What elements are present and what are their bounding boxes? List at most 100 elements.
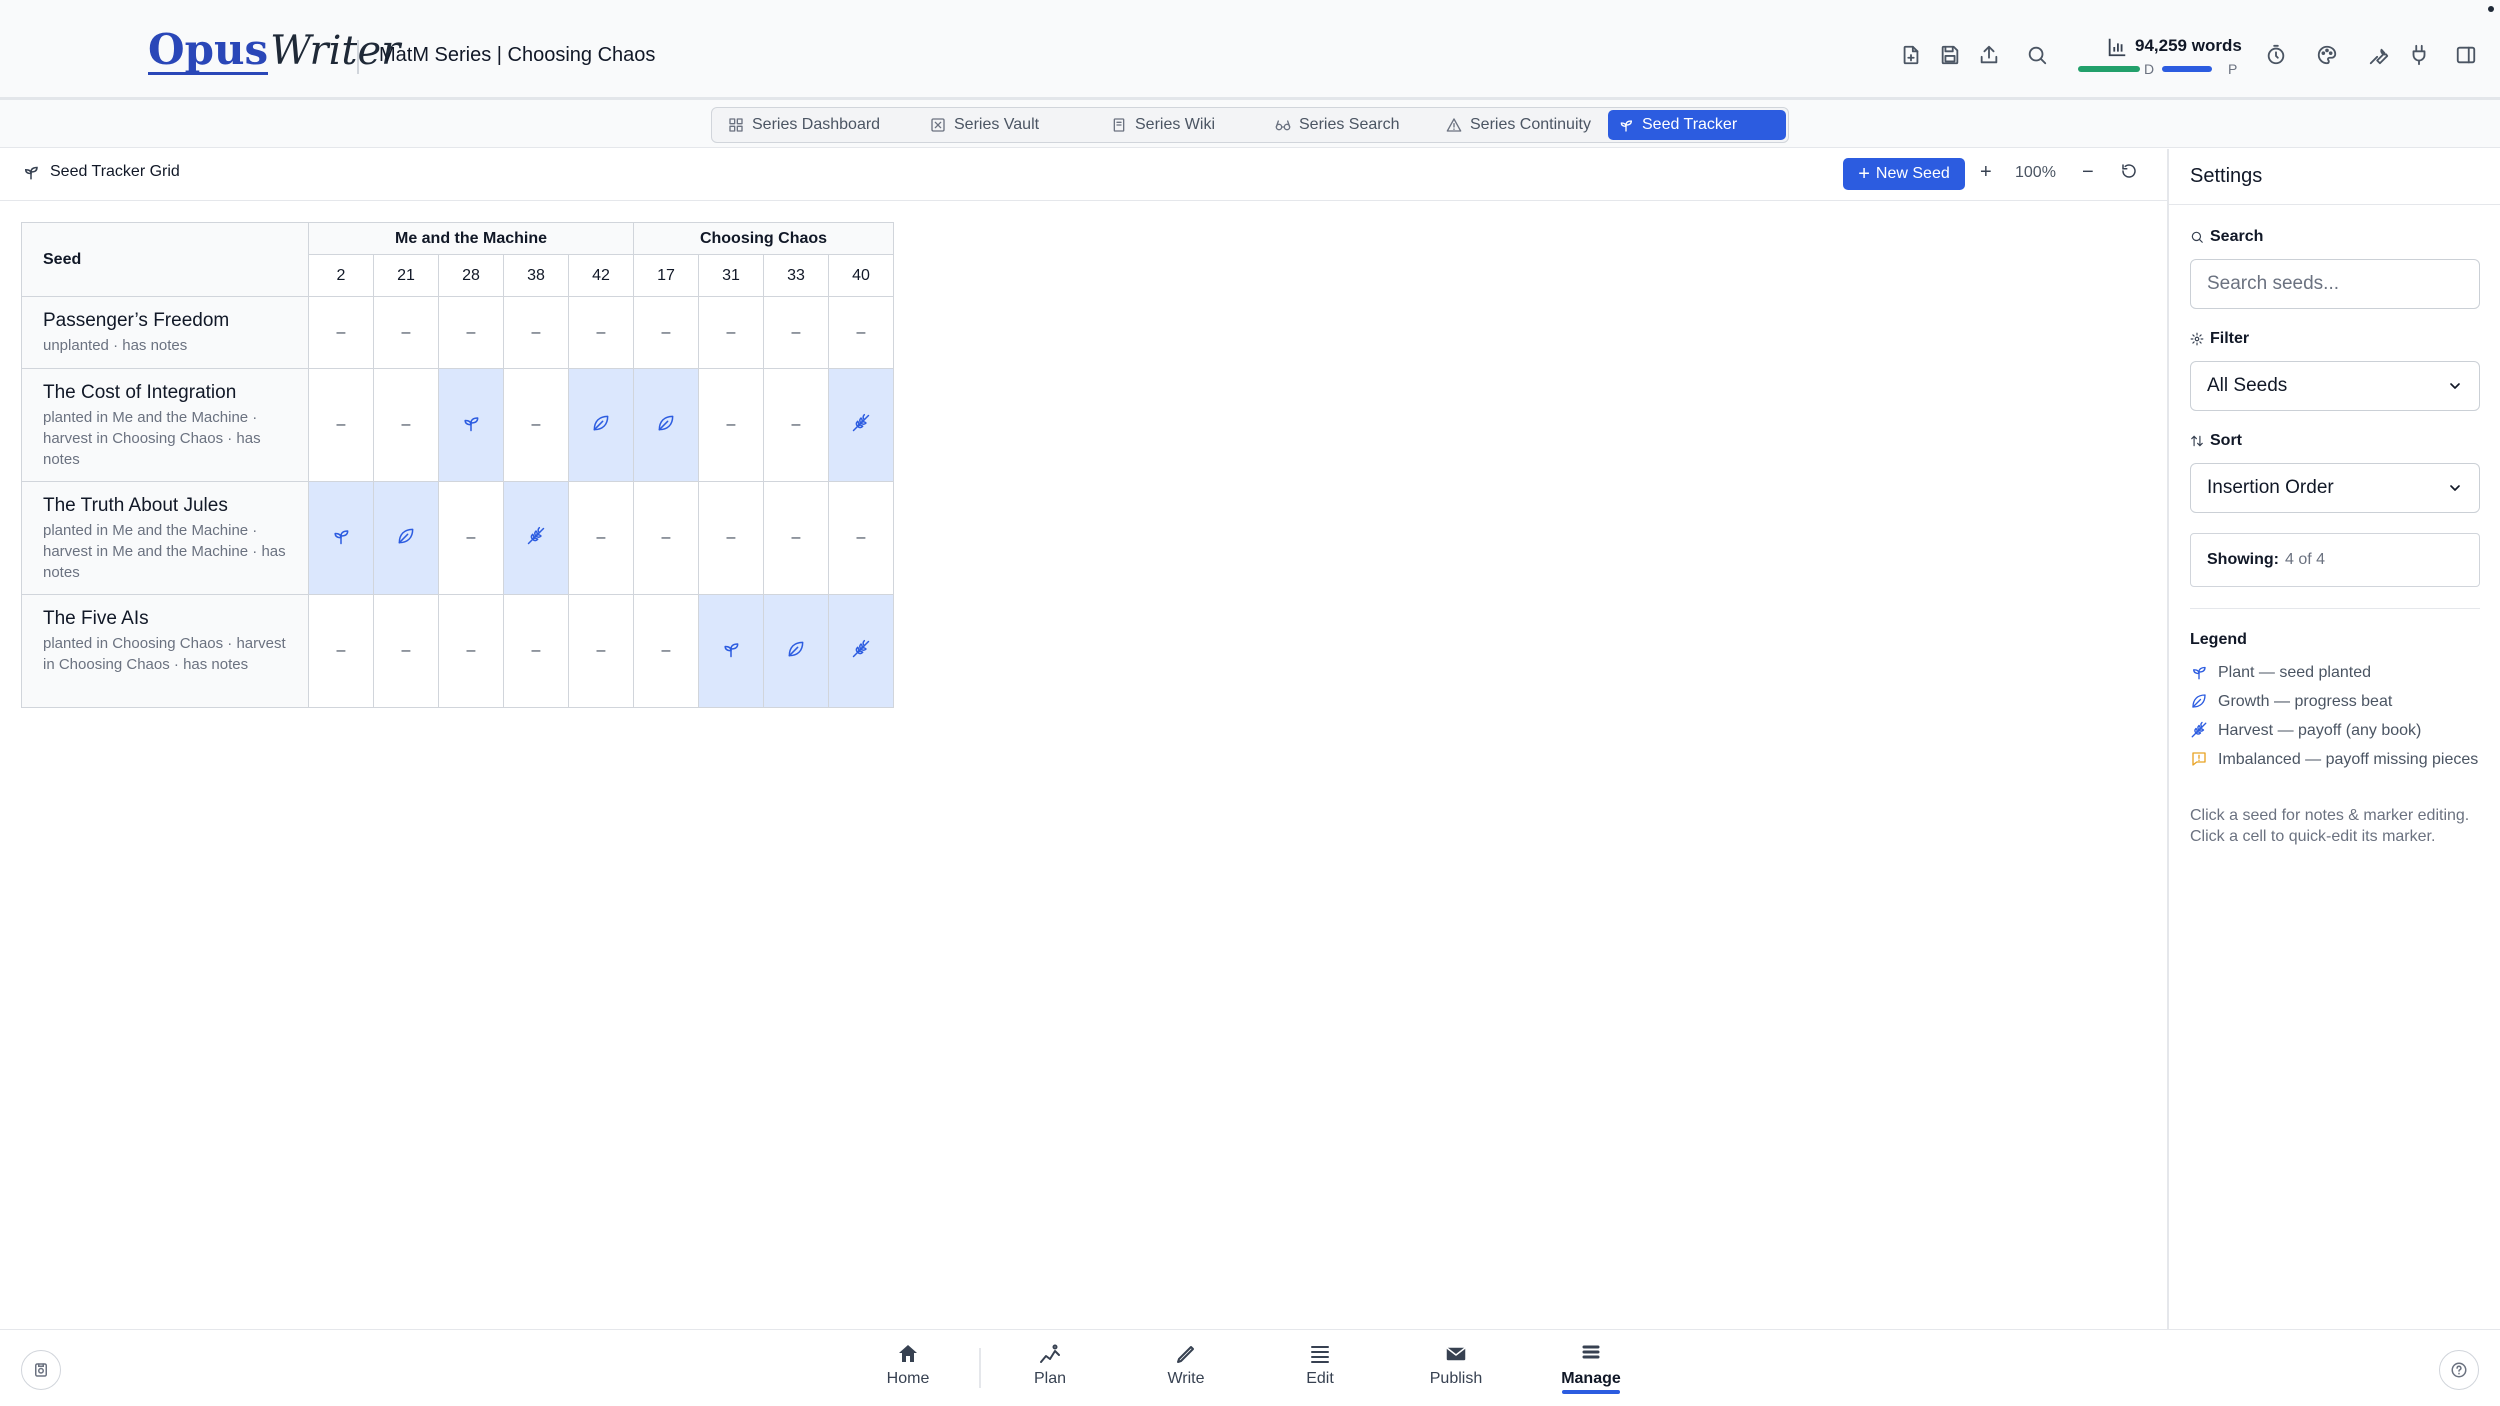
empty-cell[interactable]: – bbox=[373, 368, 439, 482]
help-text: Click a seed for notes & marker editing.… bbox=[2190, 807, 2470, 845]
sort-select[interactable]: Insertion Order bbox=[2190, 463, 2480, 513]
chapter-header: 38 bbox=[503, 254, 569, 297]
search-input[interactable] bbox=[2190, 259, 2480, 309]
harvest-icon bbox=[852, 639, 870, 657]
new-seed-button[interactable]: + New Seed bbox=[1843, 158, 1965, 190]
tab-label: Series Vault bbox=[954, 116, 1040, 133]
empty-cell[interactable]: – bbox=[763, 296, 829, 369]
legend-item-imbalanced: Imbalanced — payoff missing pieces bbox=[2190, 749, 2490, 770]
zoom-in-button[interactable]: + bbox=[1980, 161, 1992, 184]
empty-cell[interactable]: – bbox=[828, 481, 894, 595]
empty-cell[interactable]: – bbox=[633, 594, 699, 708]
zoom-out-button[interactable]: − bbox=[2082, 161, 2094, 184]
help-icon[interactable] bbox=[2439, 1350, 2479, 1390]
empty-cell[interactable]: – bbox=[438, 296, 504, 369]
empty-cell[interactable]: – bbox=[308, 368, 374, 482]
growth-icon bbox=[398, 528, 414, 543]
logo-opus: Opus bbox=[148, 25, 269, 75]
grid-toolbar: Seed Tracker Grid + New Seed + 100% − bbox=[0, 149, 2167, 201]
timer-icon[interactable] bbox=[2263, 42, 2289, 68]
marker-cell-plant[interactable] bbox=[698, 594, 764, 708]
marker-cell-harvest[interactable] bbox=[503, 481, 569, 595]
tab-series-wiki[interactable]: Series Wiki bbox=[1101, 110, 1225, 140]
marker-cell-growth[interactable] bbox=[633, 368, 699, 482]
divider bbox=[2190, 608, 2480, 609]
empty-cell[interactable]: – bbox=[698, 296, 764, 369]
marker-cell-growth[interactable] bbox=[373, 481, 439, 595]
tab-label: Series Search bbox=[1299, 116, 1400, 133]
marker-cell-plant[interactable] bbox=[308, 481, 374, 595]
wiki-icon bbox=[1113, 118, 1125, 132]
marker-cell-harvest[interactable] bbox=[828, 368, 894, 482]
marker-cell-harvest[interactable] bbox=[828, 594, 894, 708]
plug-icon[interactable] bbox=[2406, 42, 2432, 68]
empty-cell[interactable]: – bbox=[503, 296, 569, 369]
empty-cell[interactable]: – bbox=[503, 594, 569, 708]
sort-icon bbox=[2191, 435, 2203, 447]
search-icon[interactable] bbox=[2024, 42, 2050, 68]
empty-cell[interactable]: – bbox=[763, 481, 829, 595]
nav-manage[interactable]: Manage bbox=[1551, 1342, 1631, 1394]
zoom-level: 100% bbox=[2015, 164, 2056, 181]
glasses-icon bbox=[1275, 120, 1291, 131]
nav-publish[interactable]: Publish bbox=[1416, 1342, 1496, 1388]
save-icon[interactable] bbox=[1937, 42, 1963, 68]
empty-cell[interactable]: – bbox=[503, 368, 569, 482]
empty-cell[interactable]: – bbox=[438, 594, 504, 708]
tab-series-vault[interactable]: Series Vault bbox=[920, 110, 1049, 140]
empty-cell[interactable]: – bbox=[568, 296, 634, 369]
nav-home[interactable]: Home bbox=[868, 1342, 948, 1388]
app-logo[interactable]: Opus Writer bbox=[148, 28, 400, 80]
new-document-icon[interactable] bbox=[1898, 42, 1924, 68]
tab-label: Seed Tracker bbox=[1642, 116, 1738, 133]
tab-series-continuity[interactable]: Series Continuity bbox=[1436, 110, 1601, 140]
seed-row: The Cost of Integration planted in Me and… bbox=[21, 368, 894, 482]
empty-cell[interactable]: – bbox=[763, 368, 829, 482]
marker-cell-growth[interactable] bbox=[763, 594, 829, 708]
seed-row: The Five AIs planted in Choosing Chaos · … bbox=[21, 594, 894, 708]
wrench-icon[interactable] bbox=[2366, 42, 2392, 68]
word-count-widget[interactable]: 94,259 words D P bbox=[2078, 34, 2243, 80]
showing-value: 4 of 4 bbox=[2284, 551, 2326, 568]
tab-seed-tracker[interactable]: Seed Tracker bbox=[1608, 110, 1786, 140]
empty-cell[interactable]: – bbox=[633, 481, 699, 595]
nav-plan[interactable]: Plan bbox=[1010, 1342, 1090, 1388]
empty-cell[interactable]: – bbox=[568, 594, 634, 708]
grid-title: Seed Tracker Grid bbox=[22, 163, 180, 181]
settings-panel: Settings Search Filter All Seeds Sort In… bbox=[2167, 149, 2500, 1329]
backup-icon[interactable] bbox=[21, 1350, 61, 1390]
seed-cell[interactable]: The Truth About Jules planted in Me and t… bbox=[21, 481, 309, 595]
tab-series-search[interactable]: Series Search bbox=[1265, 110, 1410, 140]
nav-label: Publish bbox=[1429, 1370, 1483, 1387]
nav-write[interactable]: Write bbox=[1146, 1342, 1226, 1388]
book-header: Choosing Chaos bbox=[633, 222, 894, 255]
seed-cell[interactable]: The Five AIs planted in Choosing Chaos · … bbox=[21, 594, 309, 708]
marker-cell-growth[interactable] bbox=[568, 368, 634, 482]
empty-cell[interactable]: – bbox=[308, 594, 374, 708]
empty-cell[interactable]: – bbox=[698, 368, 764, 482]
nav-divider bbox=[979, 1348, 981, 1388]
toggle-sidebar-icon[interactable] bbox=[2453, 42, 2479, 68]
empty-cell[interactable]: – bbox=[828, 296, 894, 369]
filter-select[interactable]: All Seeds bbox=[2190, 361, 2480, 411]
seed-cell[interactable]: The Cost of Integration planted in Me and… bbox=[21, 368, 309, 482]
empty-cell[interactable]: – bbox=[373, 296, 439, 369]
settings-title: Settings bbox=[2190, 165, 2263, 187]
marker-cell-plant[interactable] bbox=[438, 368, 504, 482]
empty-cell[interactable]: – bbox=[568, 481, 634, 595]
vault-icon bbox=[931, 118, 945, 132]
growth-icon bbox=[658, 415, 674, 430]
reset-zoom-icon[interactable] bbox=[2120, 162, 2138, 186]
filter-value: All Seeds bbox=[2207, 375, 2288, 396]
empty-cell[interactable]: – bbox=[698, 481, 764, 595]
nav-label: Manage bbox=[1561, 1370, 1621, 1387]
empty-cell[interactable]: – bbox=[308, 296, 374, 369]
empty-cell[interactable]: – bbox=[633, 296, 699, 369]
tab-series-dashboard[interactable]: Series Dashboard bbox=[718, 110, 890, 140]
export-icon[interactable] bbox=[1976, 42, 2002, 68]
seed-cell[interactable]: Passenger’s Freedom unplanted · has notes bbox=[21, 296, 309, 369]
empty-cell[interactable]: – bbox=[438, 481, 504, 595]
palette-icon[interactable] bbox=[2314, 42, 2340, 68]
nav-edit[interactable]: Edit bbox=[1280, 1342, 1360, 1388]
empty-cell[interactable]: – bbox=[373, 594, 439, 708]
